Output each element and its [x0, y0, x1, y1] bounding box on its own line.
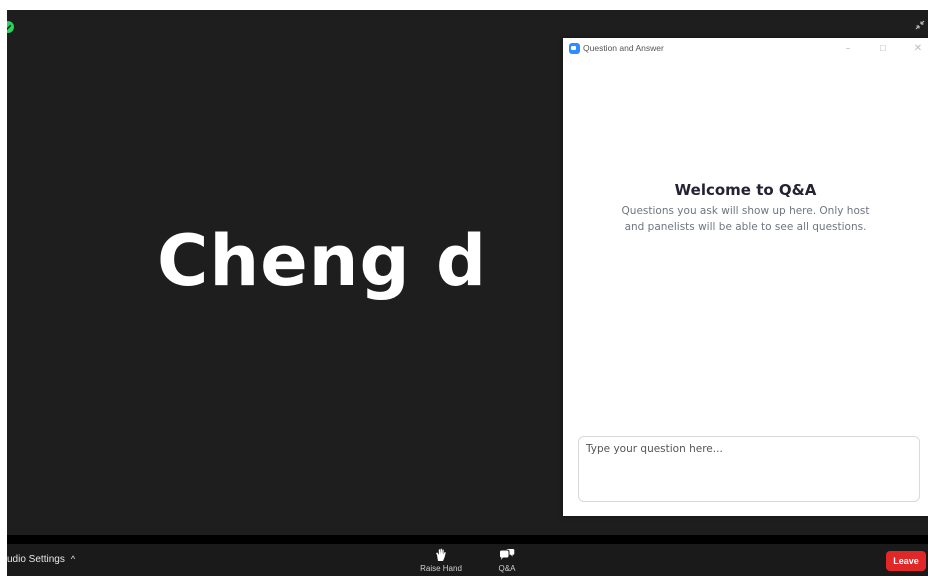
question-input-box[interactable] — [578, 436, 920, 502]
qa-window: Question and Answer – ☐ ✕ Welcome to Q&A… — [563, 38, 928, 516]
question-input[interactable] — [579, 437, 919, 501]
raise-hand-label: Raise Hand — [420, 564, 462, 573]
zoom-app-icon — [569, 43, 580, 54]
close-button[interactable]: ✕ — [909, 41, 927, 57]
welcome-title: Welcome to Q&A — [674, 181, 817, 199]
qa-window-title: Question and Answer — [583, 43, 664, 53]
raise-hand-icon — [436, 548, 446, 561]
chevron-up-icon[interactable]: ^ — [71, 554, 75, 564]
raise-hand-button[interactable]: Raise Hand — [411, 544, 471, 576]
maximize-button[interactable]: ☐ — [874, 41, 892, 57]
welcome-text: Questions you ask will show up here. Onl… — [621, 205, 870, 233]
audio-settings-label: udio Settings — [7, 554, 65, 565]
audio-settings-button[interactable]: udio Settings ^ — [7, 554, 75, 565]
qa-chat-icon — [500, 549, 515, 560]
divider — [7, 535, 928, 544]
qa-label: Q&A — [498, 564, 516, 573]
meeting-toolbar: udio Settings ^ Raise Hand Q&A Leave — [7, 544, 928, 576]
speaker-name: Cheng d — [157, 220, 488, 302]
qa-titlebar[interactable]: Question and Answer – ☐ ✕ — [563, 38, 928, 60]
shield-check-icon[interactable] — [7, 18, 14, 33]
exit-fullscreen-icon[interactable] — [914, 16, 926, 30]
minimize-button[interactable]: – — [839, 41, 857, 57]
leave-button[interactable]: Leave — [886, 551, 926, 571]
qa-button[interactable]: Q&A — [477, 544, 537, 576]
